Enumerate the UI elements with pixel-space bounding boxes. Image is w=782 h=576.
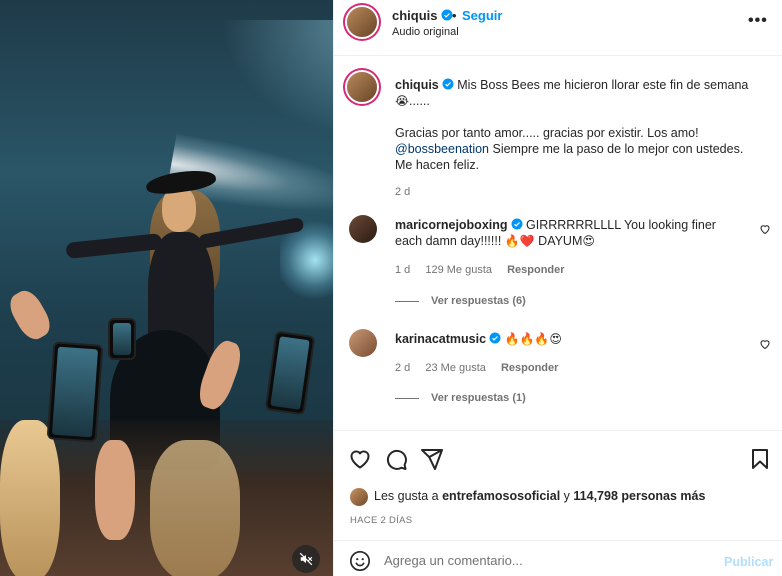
- view-replies-label: Ver respuestas (6): [431, 295, 526, 307]
- follow-button[interactable]: Seguir: [462, 8, 502, 23]
- likes-text: Les gusta a entrefamososoficial y 114,79…: [374, 489, 705, 503]
- comment-emojis: 🔥🔥🔥😍: [504, 332, 562, 346]
- caption-emoji: 😭: [395, 94, 410, 108]
- separator-dot: •: [452, 8, 457, 23]
- caption-username[interactable]: chiquis: [395, 78, 439, 92]
- author-username[interactable]: chiquis: [392, 8, 453, 23]
- comment-input[interactable]: [384, 549, 704, 571]
- like-comment-heart-icon[interactable]: [759, 223, 771, 235]
- caption-line1-tail: ......: [409, 94, 430, 108]
- post-actions: Les gusta a entrefamososoficial y 114,79…: [334, 430, 782, 540]
- comment-emojis: 🔥❤️: [504, 234, 535, 248]
- avatar[interactable]: [349, 329, 377, 357]
- reply-button[interactable]: Responder: [507, 264, 564, 276]
- audience-phone: [108, 318, 136, 360]
- post-comment-button[interactable]: Publicar: [724, 555, 773, 569]
- audience-hand: [4, 285, 56, 345]
- audio-label[interactable]: Audio original: [392, 26, 459, 38]
- comment-icon[interactable]: [384, 447, 408, 471]
- verified-badge-icon: [441, 9, 453, 21]
- comment-likes[interactable]: 23 Me gusta: [425, 362, 486, 374]
- add-comment-bar: Publicar: [334, 540, 782, 576]
- divider: [395, 300, 419, 302]
- more-options-icon[interactable]: •••: [748, 12, 768, 30]
- audience-phone: [46, 341, 104, 443]
- verified-badge-icon: [442, 78, 454, 90]
- post-time[interactable]: HACE 2 DÍAS: [350, 515, 412, 526]
- crowd-hair: [0, 420, 60, 576]
- comment-meta: 1 d 129 Me gusta Responder: [395, 264, 577, 276]
- avatar[interactable]: [347, 72, 377, 102]
- verified-badge-icon: [489, 332, 501, 344]
- comment-body: karinacatmusic 🔥🔥🔥😍: [395, 331, 745, 347]
- reply-button[interactable]: Responder: [501, 362, 558, 374]
- muted-speaker-icon: [299, 552, 313, 566]
- caption-mention[interactable]: @bossbeenation: [395, 142, 489, 156]
- caption-text: chiquis Mis Boss Bees me hicieron llorar…: [395, 77, 755, 200]
- caption-line1: Mis Boss Bees me hicieron llorar este fi…: [457, 78, 749, 92]
- likes-user[interactable]: entrefamososoficial: [442, 489, 560, 503]
- caption-time[interactable]: 2 d: [395, 186, 410, 198]
- avatar[interactable]: [349, 215, 377, 243]
- bookmark-icon[interactable]: [748, 447, 772, 471]
- comment-meta: 2 d 23 Me gusta Responder: [395, 362, 570, 374]
- post-header: chiquis • Seguir Audio original •••: [334, 0, 782, 56]
- post-media-video[interactable]: [0, 0, 333, 576]
- comment-emojis-tail: 😍: [582, 234, 595, 248]
- audience-hand: [95, 440, 135, 540]
- comment-time[interactable]: 2 d: [395, 362, 410, 374]
- heart-icon[interactable]: [348, 447, 372, 471]
- comment-text-tail: DAYUM: [534, 234, 583, 248]
- comment-username[interactable]: maricornejoboxing: [395, 218, 508, 232]
- likes-count[interactable]: 114,798 personas más: [573, 489, 705, 503]
- comment-username[interactable]: karinacatmusic: [395, 332, 486, 346]
- share-icon[interactable]: [420, 447, 444, 471]
- crowd-hair: [150, 440, 240, 576]
- caption-line2: Gracias por tanto amor..... gracias por …: [395, 126, 699, 140]
- verified-badge-icon: [511, 218, 523, 230]
- mute-button[interactable]: [292, 545, 320, 573]
- comment-body: maricornejoboxing GIRRRRRRLLLL You looki…: [395, 217, 745, 249]
- performer-arm: [65, 233, 163, 259]
- comment-likes[interactable]: 129 Me gusta: [425, 264, 492, 276]
- avatar[interactable]: [347, 7, 377, 37]
- avatar[interactable]: [350, 488, 368, 506]
- like-comment-heart-icon[interactable]: [759, 338, 771, 350]
- stage-light: [220, 20, 333, 140]
- post-details-panel: chiquis • Seguir Audio original ••• chiq…: [333, 0, 782, 576]
- view-replies-label: Ver respuestas (1): [431, 392, 526, 404]
- view-replies-button[interactable]: Ver respuestas (1): [395, 392, 526, 404]
- likes-middle: y: [560, 489, 574, 503]
- view-replies-button[interactable]: Ver respuestas (6): [395, 295, 526, 307]
- likes-prefix: Les gusta a: [374, 489, 443, 503]
- audience-phone: [264, 330, 316, 416]
- divider: [395, 397, 419, 399]
- emoji-icon[interactable]: [349, 550, 371, 572]
- comment-time[interactable]: 1 d: [395, 264, 410, 276]
- comments-list[interactable]: chiquis Mis Boss Bees me hicieron llorar…: [334, 57, 782, 429]
